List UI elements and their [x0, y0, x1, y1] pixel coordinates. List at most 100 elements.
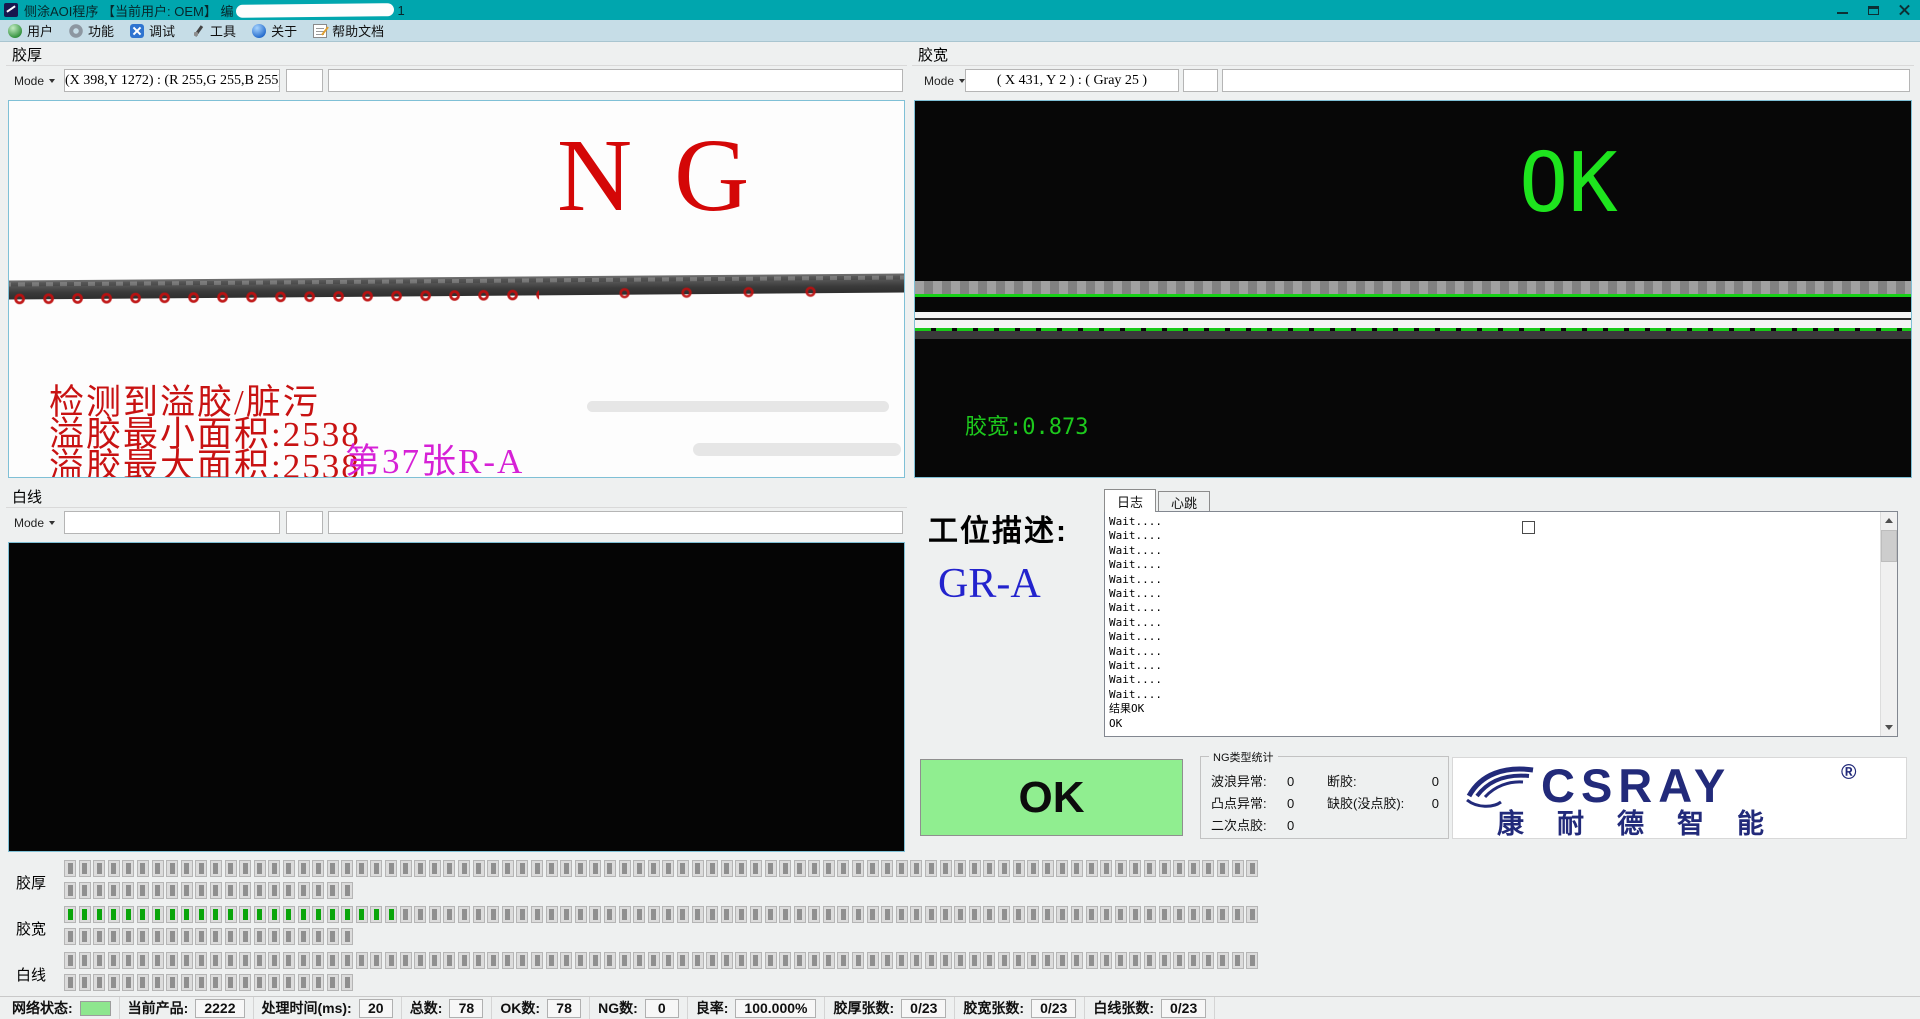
- progress-cell: [268, 882, 280, 899]
- progress-cell-bar: [301, 931, 306, 942]
- camera-image-glue-thickness[interactable]: NG 检测到溢胶/脏污 溢胶最小面积:2538 溢胶最大面积:2538 第37张…: [8, 100, 905, 478]
- menu-item-about[interactable]: 关于: [252, 21, 297, 40]
- scroll-up-button[interactable]: [1881, 512, 1897, 529]
- progress-cell-bar: [316, 885, 321, 896]
- log-line: Wait....: [1109, 544, 1897, 558]
- pixel-readout-field[interactable]: ( X 431, Y 2 ) : ( Gray 25 ): [965, 69, 1179, 92]
- close-button[interactable]: [1889, 0, 1920, 20]
- mode-dropdown[interactable]: Mode: [10, 512, 59, 534]
- progress-cell: [1202, 860, 1214, 877]
- progress-cell-bar: [447, 863, 452, 874]
- progress-cell: [502, 906, 514, 923]
- progress-cell: [137, 906, 149, 923]
- user-icon: [8, 24, 22, 38]
- mode-dropdown[interactable]: Mode: [920, 70, 969, 92]
- progress-cell: [765, 906, 777, 923]
- toolbar-field-wide[interactable]: [328, 511, 903, 534]
- maximize-button[interactable]: [1858, 0, 1889, 20]
- scroll-down-button[interactable]: [1881, 719, 1897, 736]
- progress-cell-bar: [257, 955, 262, 966]
- progress-cell: [531, 906, 543, 923]
- progress-cell-bar: [257, 977, 262, 988]
- progress-cell: [1071, 952, 1083, 969]
- progress-cell-bar: [1162, 955, 1167, 966]
- progress-cell: [910, 952, 922, 969]
- brand-subtitle: 康耐德智能: [1497, 802, 1797, 841]
- progress-cell: [283, 952, 295, 969]
- progress-cell: [619, 860, 631, 877]
- progress-cell: [765, 952, 777, 969]
- overall-result-indicator[interactable]: OK: [920, 759, 1183, 836]
- toolbar-field-wide[interactable]: [1222, 69, 1910, 92]
- scrollbar-thumb[interactable]: [1881, 530, 1897, 562]
- progress-cell: [64, 882, 76, 899]
- progress-cell-bar: [228, 863, 233, 874]
- progress-cell: [662, 952, 674, 969]
- log-list[interactable]: Wait....Wait....Wait....Wait....Wait....…: [1104, 511, 1898, 737]
- toolbar-field-small[interactable]: [286, 69, 323, 92]
- progress-cell: [1100, 860, 1112, 877]
- toolbar-field-wide[interactable]: [328, 69, 903, 92]
- progress-cell: [925, 860, 937, 877]
- progress-cell: [268, 928, 280, 945]
- mode-dropdown[interactable]: Mode: [10, 70, 59, 92]
- menu-item-help[interactable]: 帮助文档: [313, 21, 384, 40]
- progress-cell-bar: [140, 931, 145, 942]
- ng-stat-value: 0: [1287, 793, 1294, 815]
- progress-cell-bar: [1016, 955, 1021, 966]
- progress-cell-bar: [1074, 863, 1079, 874]
- progress-cell-bar: [1133, 863, 1138, 874]
- progress-cell-bar: [243, 909, 248, 920]
- progress-cell: [356, 952, 368, 969]
- menu-item-user[interactable]: 用户: [8, 21, 53, 40]
- progress-cell-bar: [505, 863, 510, 874]
- panel-white-line: 白线 Mode: [6, 486, 907, 854]
- progress-cell: [268, 906, 280, 923]
- status-value-box: 100.000%: [735, 999, 816, 1018]
- progress-cell: [531, 860, 543, 877]
- progress-cell: [239, 952, 251, 969]
- toolbar-field-small[interactable]: [286, 511, 323, 534]
- pixel-readout-field[interactable]: (X 398,Y 1272) : (R 255,G 255,B 255): [64, 69, 280, 92]
- progress-cell: [327, 952, 339, 969]
- log-tab-0[interactable]: 日志: [1104, 489, 1156, 512]
- progress-cell-bar: [899, 955, 904, 966]
- progress-cell-bar: [140, 909, 145, 920]
- progress-cell-bar: [914, 955, 919, 966]
- menu-item-debug[interactable]: 调试: [130, 21, 175, 40]
- menu-item-function[interactable]: 功能: [69, 21, 114, 40]
- toolbar-field-small[interactable]: [1183, 69, 1218, 92]
- progress-cell-bar: [170, 885, 175, 896]
- progress-cell: [443, 906, 455, 923]
- log-scrollbar[interactable]: [1880, 512, 1897, 736]
- minimize-button[interactable]: [1827, 0, 1858, 20]
- progress-cell-bar: [549, 909, 554, 920]
- redacted-smudge: [587, 401, 889, 412]
- camera-image-glue-width[interactable]: OK 胶宽:0.873: [914, 100, 1912, 478]
- progress-cell-bar: [856, 863, 861, 874]
- log-tab-1[interactable]: 心跳: [1158, 491, 1210, 512]
- progress-cell: [1173, 952, 1185, 969]
- progress-cell: [298, 860, 310, 877]
- progress-cell: [1188, 860, 1200, 877]
- progress-cell-bar: [695, 863, 700, 874]
- progress-cell-bar: [345, 885, 350, 896]
- progress-cell: [487, 952, 499, 969]
- progress-cell-bar: [856, 909, 861, 920]
- progress-cell: [735, 906, 747, 923]
- progress-cell: [152, 952, 164, 969]
- progress-group-3: 白线: [0, 952, 1920, 996]
- pixel-readout-field[interactable]: [64, 511, 280, 534]
- progress-cell: [254, 906, 266, 923]
- menu-item-label: 帮助文档: [332, 21, 384, 40]
- progress-cell: [881, 952, 893, 969]
- progress-cell: [589, 860, 601, 877]
- progress-cell-bar: [564, 909, 569, 920]
- progress-cell-bar: [812, 909, 817, 920]
- progress-cell-bar: [885, 955, 890, 966]
- menu-item-tools[interactable]: 工具: [191, 21, 236, 40]
- progress-cell: [210, 860, 222, 877]
- ng-stat-label: 二次点胶:: [1211, 815, 1287, 837]
- camera-image-white-line[interactable]: [8, 542, 905, 852]
- log-checkbox[interactable]: [1522, 521, 1535, 534]
